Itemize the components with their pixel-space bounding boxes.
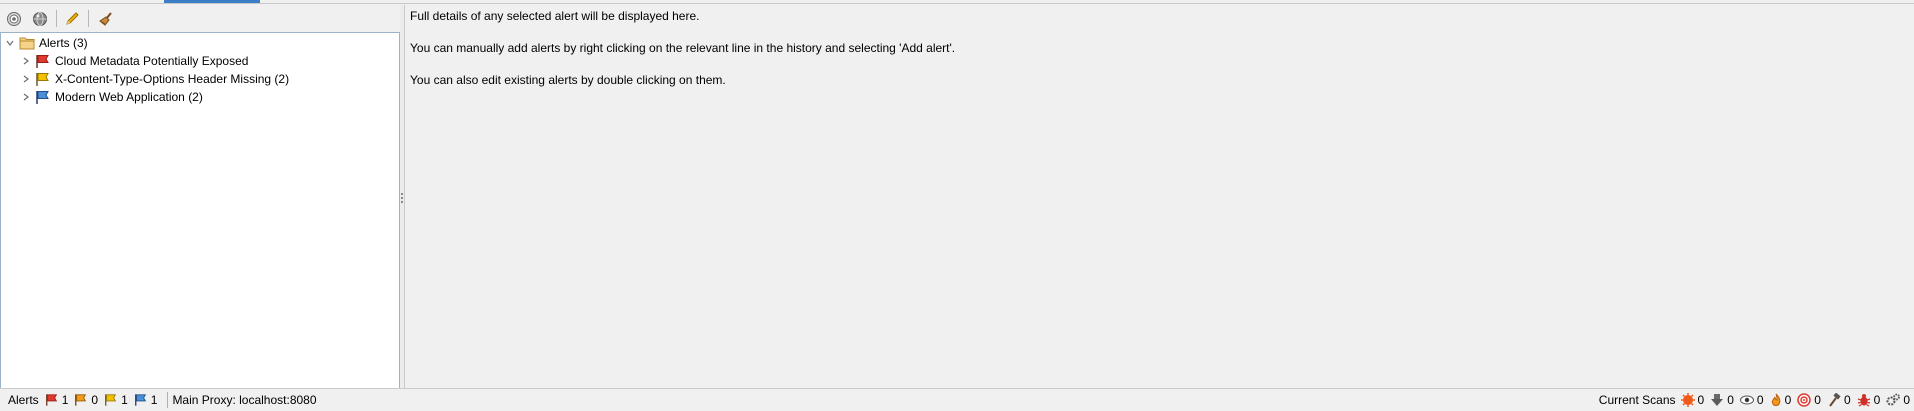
chevron-right-icon[interactable]: [21, 91, 31, 103]
broom-icon[interactable]: [96, 9, 116, 29]
tree-item-x-content-type-options[interactable]: X-Content-Type-Options Header Missing (2…: [21, 70, 289, 88]
scan-count: 0: [1727, 393, 1734, 407]
spider-download-icon: [1710, 393, 1724, 407]
info-risk-flag-icon: [134, 393, 148, 407]
alerts-tree[interactable]: Alerts (3) Cloud Metadata Potentially Ex…: [0, 32, 400, 389]
low-risk-flag-icon: [35, 72, 51, 87]
scan-count: 0: [1873, 393, 1881, 407]
splitter-grip: [401, 197, 403, 199]
medium-risk-flag-icon: [74, 393, 88, 407]
tree-item-label: Modern Web Application (2): [55, 90, 203, 104]
eye-icon: [1739, 393, 1754, 407]
scan-count: 0: [1697, 393, 1705, 407]
details-line: You can also edit existing alerts by dou…: [410, 73, 726, 87]
hammer-icon: [1827, 393, 1841, 407]
tree-item-label: X-Content-Type-Options Header Missing (2…: [55, 72, 290, 86]
low-risk-flag-icon: [104, 393, 118, 407]
pencil-icon[interactable]: [62, 9, 82, 29]
alerts-toolbar: [0, 5, 400, 31]
tree-item-modern-web-application[interactable]: Modern Web Application (2): [21, 88, 203, 106]
tree-root-alerts[interactable]: Alerts (3): [5, 34, 88, 52]
splitter-grip: [401, 201, 403, 203]
current-scans-label: Current Scans: [1598, 393, 1676, 407]
scan-count: 0: [1903, 393, 1910, 407]
alerts-panel: Alerts (3) Cloud Metadata Potentially Ex…: [0, 5, 400, 389]
gears-icon: [1886, 393, 1901, 407]
info-risk-flag-icon: [35, 90, 51, 105]
medium-alert-count: 0: [91, 393, 99, 407]
top-tab-strip: [0, 0, 1914, 4]
globe-icon[interactable]: [30, 9, 50, 29]
alert-details-panel: Full details of any selected alert will …: [404, 5, 1914, 388]
flame-icon: [1770, 393, 1782, 407]
scan-count: 0: [1843, 393, 1851, 407]
splitter-grip: [401, 193, 403, 195]
tree-item-cloud-metadata[interactable]: Cloud Metadata Potentially Exposed: [21, 52, 248, 70]
status-bar: Alerts 1 0 1 1 Main Proxy: localhost:808…: [0, 388, 1914, 411]
scan-count: 0: [1756, 393, 1764, 407]
selected-tab-indicator: [164, 0, 260, 3]
bug-icon: [1857, 393, 1871, 407]
target-scan-icon: [1797, 393, 1811, 407]
chevron-down-icon[interactable]: [5, 37, 15, 49]
alerts-summary-label: Alerts: [8, 393, 39, 407]
toolbar-separator: [56, 10, 57, 27]
chevron-right-icon[interactable]: [21, 73, 31, 85]
scan-count: 0: [1784, 393, 1792, 407]
details-line: Full details of any selected alert will …: [410, 9, 700, 23]
folder-icon: [19, 36, 35, 50]
tree-item-label: Cloud Metadata Potentially Exposed: [55, 54, 249, 68]
high-alert-count: 1: [61, 393, 69, 407]
info-alert-count: 1: [150, 393, 158, 407]
tree-root-label: Alerts (3): [39, 36, 88, 50]
current-scans-summary[interactable]: Current Scans 0 0 0 0 0 0 0 0: [1599, 393, 1910, 407]
toolbar-separator: [88, 10, 89, 27]
high-risk-flag-icon: [35, 54, 51, 69]
low-alert-count: 1: [121, 393, 128, 407]
high-risk-flag-icon: [45, 393, 59, 407]
scan-count: 0: [1814, 393, 1821, 407]
details-line: You can manually add alerts by right cli…: [410, 41, 956, 55]
main-proxy-label: Main Proxy: localhost:8080: [172, 393, 317, 407]
status-separator: [167, 392, 169, 408]
chevron-right-icon[interactable]: [21, 55, 31, 67]
target-icon[interactable]: [4, 9, 24, 29]
active-scan-icon: [1680, 393, 1695, 407]
alerts-summary[interactable]: Alerts 1 0 1 1: [8, 393, 163, 407]
